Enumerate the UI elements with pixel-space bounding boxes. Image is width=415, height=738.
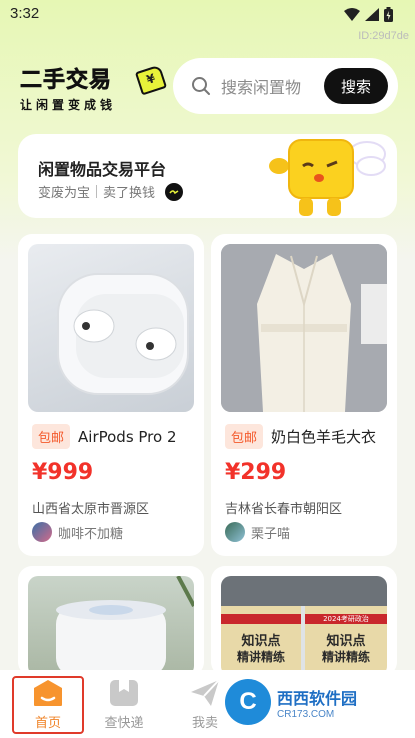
watermark-text: 西西软件园 CR173.COM — [277, 685, 357, 720]
product-title-row: 包邮 AirPods Pro 2 — [32, 424, 190, 449]
site-watermark: C 西西软件园 CR173.COM — [221, 676, 407, 728]
search-input[interactable]: 搜索闲置物 — [221, 74, 324, 98]
product-title: AirPods Pro 2 — [78, 427, 177, 446]
wifi-icon — [344, 8, 360, 21]
seller-name: 栗子喵 — [251, 526, 291, 542]
product-location: 山西省太原市晋源区 — [32, 502, 150, 517]
product-image — [221, 244, 387, 412]
active-tab-highlight — [12, 676, 84, 734]
product-card[interactable]: 包邮 AirPods Pro 2 ¥999 山西省太原市晋源区 咖啡不加糖 — [18, 234, 204, 556]
avatar — [32, 522, 52, 542]
watermark-logo: C — [225, 679, 271, 725]
product-image — [28, 244, 194, 412]
arrow-right-icon[interactable] — [165, 182, 184, 201]
free-shipping-badge: 包邮 — [225, 424, 264, 449]
seller-name: 咖啡不加糖 — [58, 526, 124, 542]
package-icon — [110, 680, 138, 706]
product-title: 奶白色羊毛大衣 — [271, 428, 377, 446]
banner-sub-right: 卖了换钱 — [103, 186, 156, 201]
book-cover-text: 精讲精练 — [321, 650, 370, 664]
banner-title: 闲置物品交易平台 — [38, 160, 167, 179]
product-card[interactable]: 2024考研政治 知识点 精讲精练 知识点 精讲精练 — [211, 566, 397, 676]
tab-label: 查快递 — [104, 716, 144, 731]
book-cover-text: 知识点 — [241, 634, 281, 649]
status-bar: 3:32 — [0, 0, 415, 28]
logo-subtitle: 让闲置变成钱 — [20, 98, 117, 112]
product-location: 吉林省长春市朝阳区 — [225, 502, 343, 517]
signal-icon — [365, 8, 379, 21]
product-image: 2024考研政治 知识点 精讲精练 知识点 精讲精练 — [221, 576, 387, 676]
book-cover-text: 知识点 — [326, 634, 366, 649]
avatar — [225, 522, 245, 542]
product-title-row: 包邮 奶白色羊毛大衣 — [225, 424, 383, 449]
watermark-brand: 西西软件园 — [277, 688, 358, 708]
product-price: ¥999 — [32, 460, 94, 485]
book-cover-heading: 2024考研政治 — [323, 615, 369, 623]
status-icons — [344, 7, 393, 22]
device-id: ID:29d7de — [358, 30, 409, 42]
watermark-url: CR173.COM — [277, 708, 335, 720]
book-cover-text: 精讲精练 — [236, 650, 285, 664]
banner-sub-left: 变废为宝 — [38, 186, 91, 201]
banner-subtitle: 变废为宝 卖了换钱 — [38, 182, 184, 201]
send-icon — [191, 679, 220, 706]
seller-info[interactable]: 咖啡不加糖 — [32, 522, 123, 542]
mascot-illustration — [269, 139, 386, 216]
search-button[interactable]: 搜索 — [324, 68, 388, 104]
product-card[interactable]: 包邮 奶白色羊毛大衣 ¥299 吉林省长春市朝阳区 栗子喵 — [211, 234, 397, 556]
battery-icon — [384, 7, 393, 22]
status-time: 3:32 — [10, 5, 40, 22]
tab-track-package[interactable]: 查快递 — [94, 678, 154, 731]
tab-label: 我卖 — [191, 716, 218, 731]
product-price: ¥299 — [225, 460, 287, 485]
free-shipping-badge: 包邮 — [32, 424, 71, 449]
promo-banner[interactable]: 闲置物品交易平台 变废为宝 卖了换钱 — [18, 134, 397, 218]
product-card[interactable] — [18, 566, 204, 676]
search-bar[interactable]: 搜索闲置物 搜索 — [173, 58, 398, 114]
seller-info[interactable]: 栗子喵 — [225, 522, 290, 542]
app-logo: 二手交易 让闲置变成钱 — [20, 62, 168, 112]
divider — [96, 185, 98, 198]
search-icon — [192, 77, 210, 95]
product-image — [28, 576, 194, 676]
